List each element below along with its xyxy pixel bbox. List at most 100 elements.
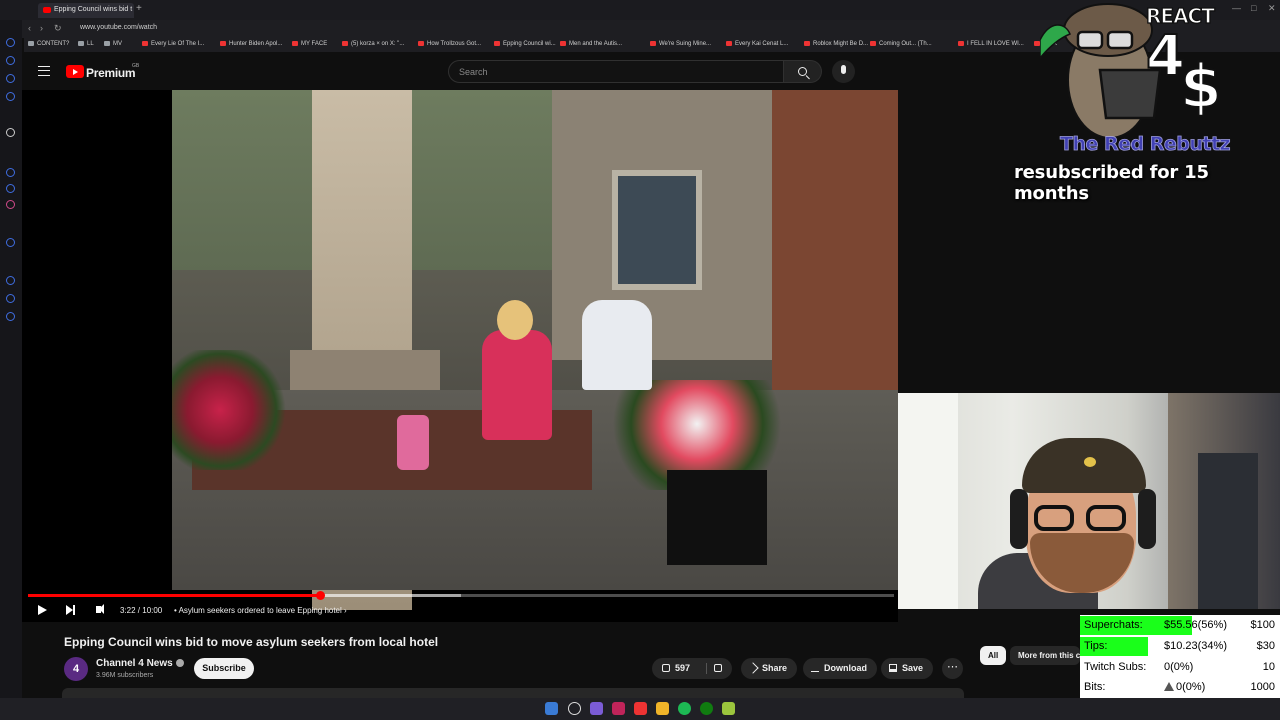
tab-title: Epping Council wins bid t <box>54 6 133 13</box>
youtube-logo-icon[interactable] <box>66 65 84 78</box>
save-button[interactable]: Save <box>881 658 934 679</box>
logo-region: GB <box>132 63 140 69</box>
goal-target: 1000 <box>1250 681 1275 694</box>
chip-all[interactable]: All <box>980 646 1007 665</box>
bookmark-item[interactable]: Every Kai Cenat L... <box>726 41 788 47</box>
youtube-favicon-icon <box>43 7 51 13</box>
sidebar-app-icon[interactable] <box>6 56 15 65</box>
channel-name[interactable]: Channel 4 News <box>96 658 184 669</box>
goal-value-text: 0(0%) <box>1176 681 1206 694</box>
search-icon <box>798 67 807 76</box>
alert-username: The Red Rebuttz <box>1060 133 1231 156</box>
app-icon[interactable] <box>634 702 647 715</box>
alert-message: resubscribed for 15 months <box>1014 162 1209 204</box>
like-button[interactable]: 597 <box>662 658 690 679</box>
reload-icon[interactable]: ↻ <box>54 23 62 34</box>
bookmark-item[interactable]: CONTENT? <box>28 41 69 47</box>
bookmark-item[interactable]: Epping Council wi... <box>494 41 556 47</box>
new-tab-button[interactable]: + <box>136 3 142 14</box>
bookmark-item[interactable]: How Trollzous Got... <box>418 41 481 47</box>
bookmark-item[interactable]: LL <box>78 41 94 47</box>
menu-icon[interactable] <box>38 66 50 76</box>
subscribe-button[interactable]: Subscribe <box>194 658 254 679</box>
search-input[interactable]: Search <box>448 60 784 83</box>
dislike-button[interactable] <box>714 658 727 679</box>
more-actions-button[interactable]: ⋯ <box>942 658 963 679</box>
bookmark-item[interactable]: We're Suing Mine... <box>650 41 711 47</box>
sidebar-app-icon[interactable] <box>6 200 15 209</box>
goal-value-text: 0(0%) <box>1164 660 1194 673</box>
goal-label: Tips: <box>1084 639 1108 652</box>
goal-value: 0(0%) <box>1164 681 1205 693</box>
browser-tab-active[interactable]: Epping Council wins bid t <box>38 3 134 18</box>
share-button[interactable]: Share <box>741 658 798 679</box>
windows-start-icon[interactable] <box>545 702 558 715</box>
player-controls: 3:22 / 10:00 • Asylum seekers ordered to… <box>22 600 898 622</box>
sidebar-app-icon[interactable] <box>6 294 15 303</box>
app-icon[interactable] <box>590 702 603 715</box>
like-dislike-group: 597 <box>652 658 732 679</box>
app-icon[interactable] <box>722 702 735 715</box>
sidebar-app-icon[interactable] <box>6 92 15 101</box>
browser-sidebar <box>0 20 22 700</box>
url-field[interactable]: www.youtube.com/watch <box>80 24 157 31</box>
progress-bar[interactable] <box>28 591 894 600</box>
goal-target: $100 <box>1250 619 1275 631</box>
sidebar-app-icon[interactable] <box>6 38 15 47</box>
channel-name-text: Channel 4 News <box>96 658 173 669</box>
goal-row: Twitch Subs: 0(0%) 10 <box>1080 657 1280 677</box>
xbox-icon[interactable] <box>700 702 713 715</box>
sidebar-app-icon[interactable] <box>6 128 15 137</box>
goal-row: Bits: 0(0%) 1000 <box>1080 677 1280 697</box>
progress-scrubber[interactable] <box>315 591 325 600</box>
download-button[interactable]: Download <box>803 658 877 679</box>
bookmark-item[interactable]: Every Lie Of The I... <box>142 41 204 47</box>
next-icon[interactable] <box>66 605 75 615</box>
search-icon[interactable] <box>568 702 581 715</box>
spotify-icon[interactable] <box>678 702 691 715</box>
sidebar-app-icon[interactable] <box>6 168 15 177</box>
react-dollar-symbol: $ <box>1179 51 1223 123</box>
browser-icon[interactable] <box>612 702 625 715</box>
bookmark-item[interactable]: (5) korza × on X: "... <box>342 41 404 47</box>
folder-icon[interactable] <box>656 702 669 715</box>
goal-value: 0(0%) <box>1164 661 1193 673</box>
sidebar-app-icon[interactable] <box>6 184 15 193</box>
logo-text[interactable]: Premium <box>86 66 136 80</box>
chip-more-from-channel[interactable]: More from this c <box>1010 646 1080 665</box>
search-button[interactable] <box>784 60 822 83</box>
description-box[interactable] <box>62 688 964 698</box>
goal-target: 10 <box>1262 660 1275 673</box>
goal-value: $55.56(56%) <box>1164 619 1227 631</box>
forward-icon[interactable]: › <box>40 23 43 33</box>
download-icon <box>811 664 819 672</box>
time-display: 3:22 / 10:00 <box>120 606 163 615</box>
bookmark-item[interactable]: MV <box>104 41 122 47</box>
maximize-icon[interactable]: □ <box>1251 3 1256 13</box>
chapter-title: • Asylum seekers ordered to leave Epping… <box>174 606 342 615</box>
sidebar-app-icon[interactable] <box>6 276 15 285</box>
close-icon[interactable]: ✕ <box>1268 3 1276 14</box>
chapter-button[interactable]: • Asylum seekers ordered to leave Epping… <box>174 606 347 615</box>
goal-row: Tips: $10.23(34%) $30 <box>1080 636 1280 656</box>
channel-avatar[interactable]: 4 <box>64 657 88 681</box>
bookmark-item[interactable]: Men and the Autis... <box>560 41 622 47</box>
taskbar <box>0 698 1280 720</box>
bookmark-item[interactable]: Roblox Might Be D... <box>804 41 868 47</box>
bookmark-item[interactable]: MY FACE <box>292 41 327 47</box>
back-icon[interactable]: ‹ <box>28 23 31 33</box>
sidebar-settings-icon[interactable] <box>6 312 15 321</box>
volume-icon[interactable] <box>96 604 104 614</box>
sticker-leaves <box>1040 24 1071 60</box>
video-player[interactable]: 3:22 / 10:00 • Asylum seekers ordered to… <box>22 90 898 622</box>
subscriber-count: 3.96M subscribers <box>96 672 154 679</box>
bookmark-item[interactable]: Coming Out... (Th... <box>870 41 932 47</box>
minimize-icon[interactable]: — <box>1232 3 1241 13</box>
divider <box>706 663 707 674</box>
bookmark-item[interactable]: I FELL IN LOVE WI... <box>958 41 1024 47</box>
play-icon[interactable] <box>38 605 47 615</box>
sidebar-app-icon[interactable] <box>6 238 15 247</box>
bookmark-item[interactable]: Hunter Biden Apol... <box>220 41 282 47</box>
sidebar-app-icon[interactable] <box>6 74 15 83</box>
voice-search-icon[interactable] <box>832 60 855 83</box>
